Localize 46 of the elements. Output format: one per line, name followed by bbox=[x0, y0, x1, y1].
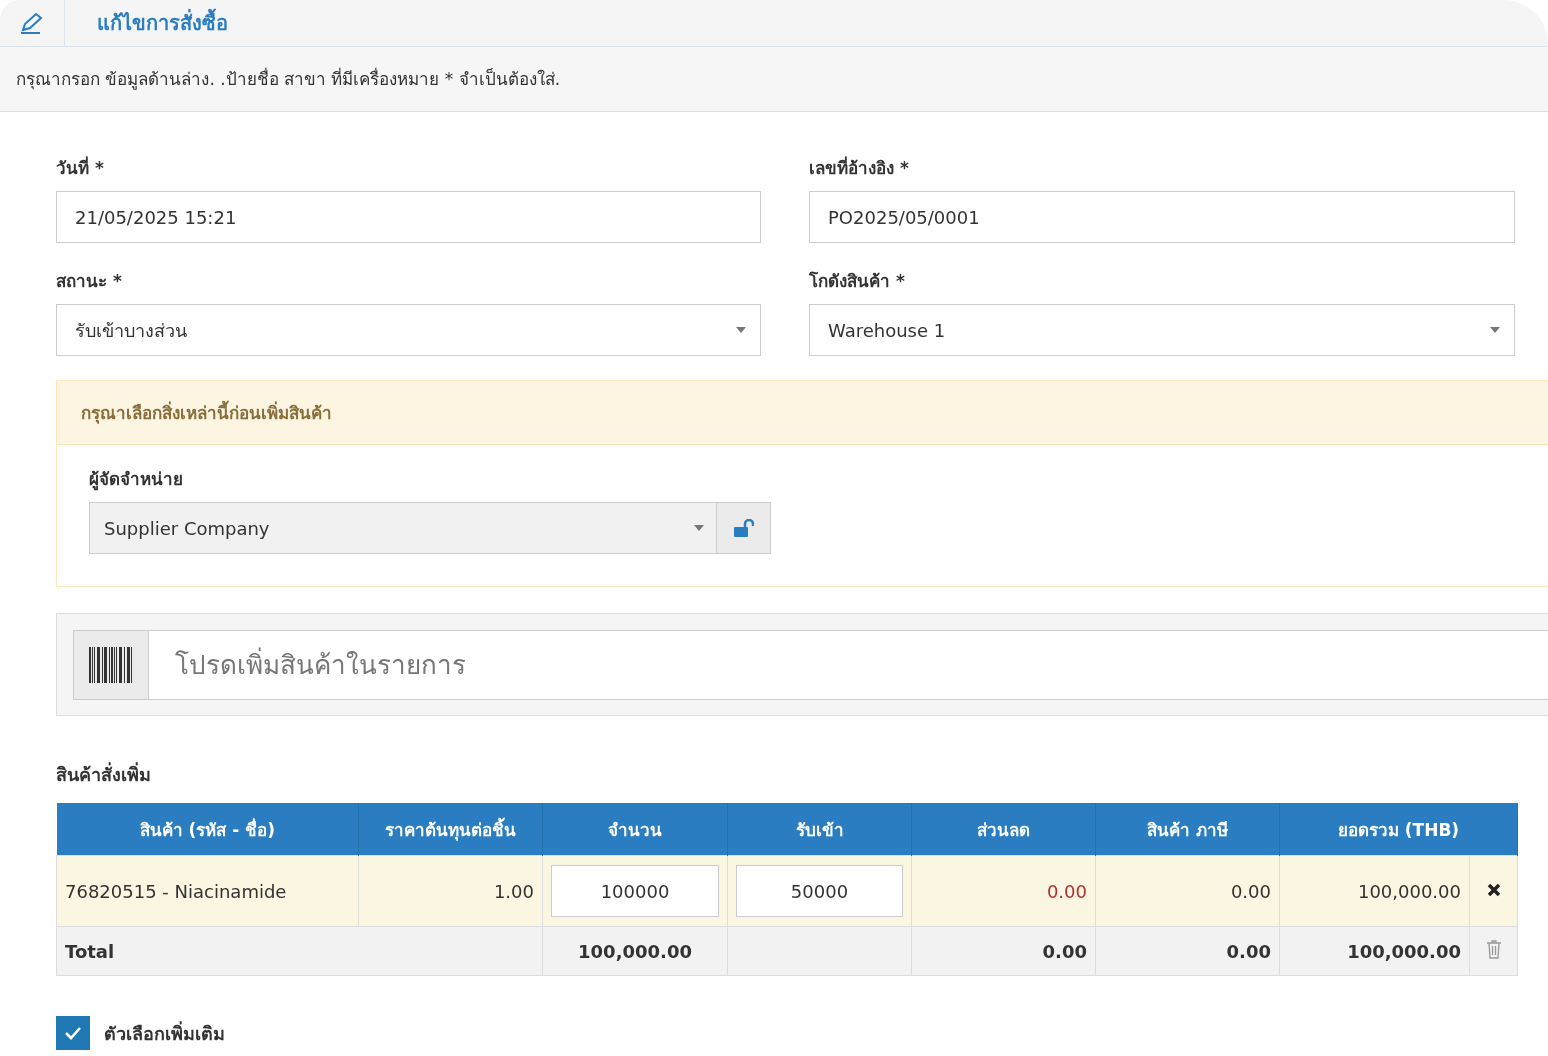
field-label: เลขที่อ้างอิง * bbox=[809, 155, 910, 180]
trash-icon[interactable] bbox=[1485, 939, 1502, 959]
caret-icon bbox=[694, 525, 704, 531]
table-cell: 100,000.00 bbox=[1279, 926, 1470, 976]
column-header: ส่วนลด bbox=[911, 803, 1096, 856]
table-cell: 76820515 - Niacinamide bbox=[56, 855, 359, 927]
column-header: รับเข้า bbox=[727, 803, 912, 856]
checkbox[interactable] bbox=[56, 1016, 90, 1050]
caret-icon bbox=[1490, 327, 1500, 333]
instruction-text: กรุณากรอก ข้อมูลด้านล่าง. .ป้ายชื่อ สาขา ที่มีเครื่องหมาย * จำเป็นต้องใส่. bbox=[0, 47, 1548, 112]
unlock-button[interactable] bbox=[717, 502, 771, 554]
field-label: วันที่ * bbox=[56, 155, 105, 180]
field-label: สถานะ * bbox=[56, 270, 123, 293]
input-field[interactable]: 50000 bbox=[736, 865, 903, 917]
select-field[interactable]: รับเข้าบางส่วน bbox=[56, 304, 761, 356]
section-title: สินค้าสั่งเพิ่ม bbox=[56, 761, 152, 787]
table-cell: Total bbox=[56, 926, 543, 976]
table-cell: 0.00 bbox=[1095, 855, 1280, 927]
select-field[interactable]: Warehouse 1 bbox=[809, 304, 1515, 356]
table-cell: 0.00 bbox=[911, 855, 1096, 927]
remove-icon[interactable] bbox=[1485, 881, 1502, 898]
column-header: ราคาต้นทุนต่อชิ้น bbox=[358, 803, 543, 856]
input-field[interactable]: 100000 bbox=[551, 865, 719, 917]
edit-icon bbox=[20, 12, 44, 34]
field-label: ผู้จัดจำหน่าย bbox=[89, 468, 184, 492]
checkmark-icon bbox=[64, 1026, 82, 1040]
field-label: โกดังสินค้า * bbox=[809, 270, 906, 293]
input-field[interactable]: PO2025/05/0001 bbox=[809, 191, 1515, 243]
table-cell: 0.00 bbox=[911, 926, 1096, 976]
column-header: จำนวน bbox=[542, 803, 728, 856]
barcode-icon bbox=[89, 647, 133, 683]
input-field[interactable]: 21/05/2025 15:21 bbox=[56, 191, 761, 243]
unlock-icon bbox=[733, 519, 754, 537]
notice-heading: กรุณาเลือกสิ่งเหล่านี้ก่อนเพิ่มสินค้า bbox=[57, 381, 1548, 445]
table-cell: 100,000.00 bbox=[542, 926, 728, 976]
caret-icon bbox=[736, 327, 746, 333]
column-header: สินค้า ภาษี bbox=[1095, 803, 1280, 856]
column-header: สินค้า (รหัส - ชื่อ) bbox=[56, 803, 359, 856]
product-search-field[interactable]: โปรดเพิ่มสินค้าในรายการ bbox=[149, 630, 1548, 700]
column-header: ยอดรวม (THB) bbox=[1279, 803, 1518, 856]
page-title: แก้ไขการสั่งซื้อ bbox=[65, 0, 228, 46]
table-cell: 1.00 bbox=[358, 855, 543, 927]
table-cell: 100,000.00 bbox=[1279, 855, 1470, 927]
table-cell: 0.00 bbox=[1095, 926, 1280, 976]
supplier-select[interactable]: Supplier Company bbox=[89, 502, 717, 554]
checkbox-label: ตัวเลือกเพิ่มเติม bbox=[104, 1020, 225, 1046]
